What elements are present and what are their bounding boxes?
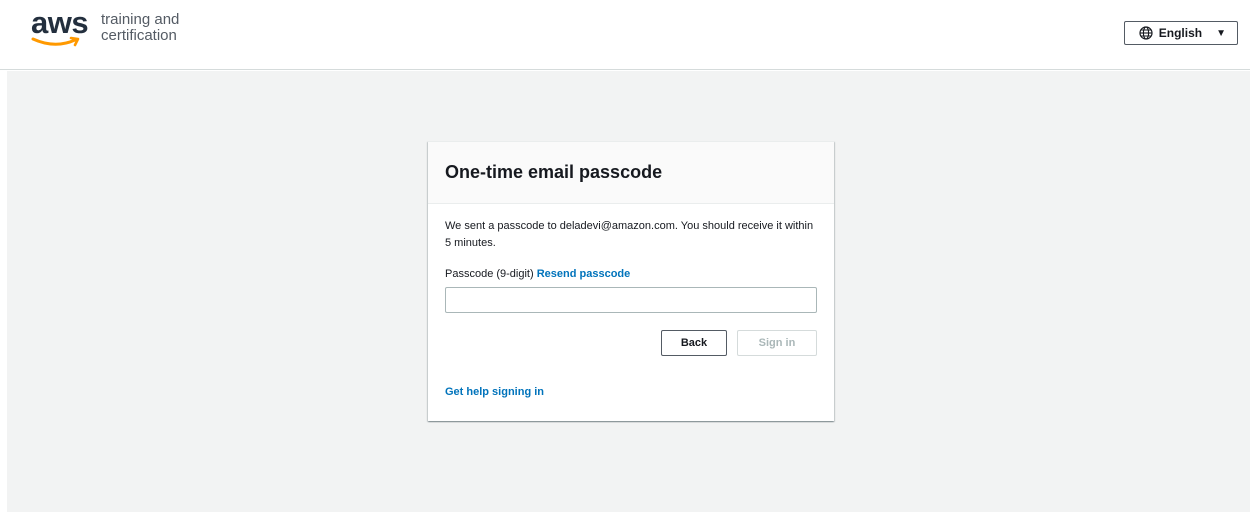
passcode-description: We sent a passcode to deladevi@amazon.co… xyxy=(445,220,814,249)
main-content: One-time email passcode We sent a passco… xyxy=(7,71,1250,512)
aws-training-logo[interactable]: aws training and certification xyxy=(31,6,179,50)
aws-logo-mark: aws xyxy=(31,6,93,50)
passcode-label: Passcode (9-digit) xyxy=(445,268,534,280)
top-bar: aws training and certification English ▼ xyxy=(0,0,1250,70)
page-title: One-time email passcode xyxy=(445,162,663,182)
logo-tagline-line2: certification xyxy=(101,27,177,44)
sign-in-button[interactable]: Sign in xyxy=(737,330,817,356)
caret-down-icon: ▼ xyxy=(1216,27,1226,39)
form-actions: Back Sign in xyxy=(445,330,817,356)
language-label: English xyxy=(1158,26,1203,40)
aws-wordmark: aws xyxy=(31,5,89,40)
aws-smile-icon xyxy=(31,36,80,47)
globe-icon xyxy=(1139,26,1153,40)
passcode-card: One-time email passcode We sent a passco… xyxy=(428,141,834,421)
card-header: One-time email passcode xyxy=(428,142,834,204)
card-body: We sent a passcode to deladevi@amazon.co… xyxy=(428,204,834,398)
back-button[interactable]: Back xyxy=(661,330,727,356)
passcode-input[interactable] xyxy=(445,287,817,313)
logo-tagline-line1: training and xyxy=(101,11,180,28)
passcode-field-label: Passcode (9-digit) Resend passcode xyxy=(445,268,817,280)
get-help-link[interactable]: Get help signing in xyxy=(445,386,817,398)
language-selector[interactable]: English ▼ xyxy=(1123,21,1238,45)
logo-tagline: training and certification xyxy=(101,12,179,44)
resend-passcode-link[interactable]: Resend passcode xyxy=(537,268,631,280)
